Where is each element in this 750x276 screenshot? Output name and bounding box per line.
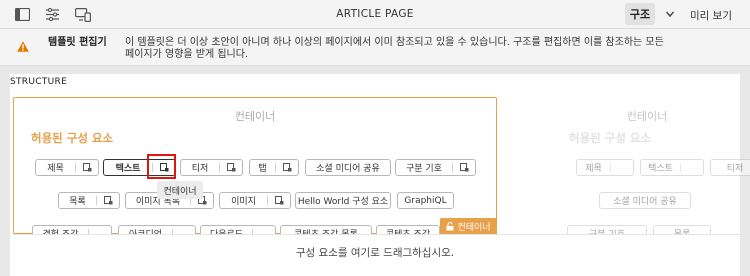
policy-icon[interactable] — [220, 160, 242, 175]
drop-zone-text: 구성 요소를 여기로 드래그하십시오. — [295, 247, 455, 259]
right-allowed-components-title: 허용된 구성 요소 — [569, 131, 652, 145]
component-chip[interactable]: Hello World 구성 요소 — [295, 192, 391, 209]
structure-label: STRUCTURE — [10, 77, 68, 87]
unlock-icon — [446, 221, 454, 230]
allowed-components-title: 허용된 구성 요소 — [31, 131, 114, 145]
component-chip[interactable]: 제목 — [576, 159, 634, 176]
warning-icon — [17, 41, 29, 52]
component-label: 제목 — [585, 164, 602, 174]
component-label: 소셜 미디어 공유 — [613, 197, 677, 207]
component-label: 구분 기호 — [406, 164, 442, 174]
component-label: GraphiQL — [404, 195, 447, 206]
component-label: 티저 — [191, 164, 209, 174]
component-chip[interactable]: 티저 — [180, 159, 243, 176]
container-badge-label: 컨테이너 — [457, 222, 491, 233]
top-toolbar: ARTICLE PAGE 구조 미리 보기 — [0, 0, 750, 29]
chevron-down-icon[interactable] — [664, 8, 676, 20]
component-chip[interactable]: 소셜 미디어 공유 — [305, 159, 391, 176]
component-chip[interactable]: 탭 — [249, 159, 299, 176]
component-label: Hello World 구성 요소 — [297, 197, 389, 207]
component-label: 제목 — [47, 164, 64, 174]
component-chip[interactable]: GraphiQL — [397, 192, 454, 209]
component-label: 이미지 — [231, 197, 256, 207]
component-chip[interactable]: 텍스트 — [640, 159, 704, 176]
component-label: 소셜 미디어 공유 — [316, 164, 380, 174]
policy-icon[interactable] — [76, 160, 98, 175]
component-label: 목록 — [69, 197, 86, 207]
template-alert: 템플릿 편집기 이 템플릿은 더 이상 초안이 아니며 하나 이상의 페이지에서… — [0, 29, 750, 66]
policy-icon[interactable] — [681, 160, 703, 175]
policy-icon[interactable] — [453, 160, 475, 175]
component-label: 텍스트 — [115, 164, 141, 174]
policy-icon[interactable] — [276, 160, 298, 175]
policy-icon[interactable] — [611, 160, 633, 175]
component-chip[interactable]: 티저 — [710, 159, 750, 176]
right-container-title: 컨테이너 — [626, 110, 668, 123]
component-chip[interactable]: 구분 기호 — [395, 159, 476, 176]
alert-message: 이 템플릿은 더 이상 초안이 아니며 하나 이상의 페이지에서 이미 참조되고… — [125, 37, 664, 60]
component-label: 탭 — [258, 164, 267, 174]
component-chip[interactable]: 소셜 미디어 공유 — [599, 192, 691, 209]
component-chip[interactable]: 제목 — [35, 159, 99, 176]
container-title: 컨테이너 — [234, 110, 276, 123]
component-label: 티저 — [726, 164, 744, 174]
tooltip: 컨테이너 — [157, 181, 203, 199]
highlighted-policy-button[interactable] — [147, 154, 176, 179]
component-chip[interactable]: 목록 — [58, 192, 120, 209]
container-badge[interactable]: 컨테이너 — [440, 218, 497, 234]
alert-title: 템플릿 편집기 — [48, 37, 107, 48]
policy-icon[interactable] — [268, 193, 290, 208]
policy-icon[interactable] — [97, 193, 119, 208]
structure-mode-button[interactable]: 구조 — [625, 3, 655, 25]
component-label: 텍스트 — [648, 164, 673, 174]
component-chip[interactable]: 이미지 — [219, 192, 291, 209]
preview-button[interactable]: 미리 보기 — [690, 8, 732, 23]
